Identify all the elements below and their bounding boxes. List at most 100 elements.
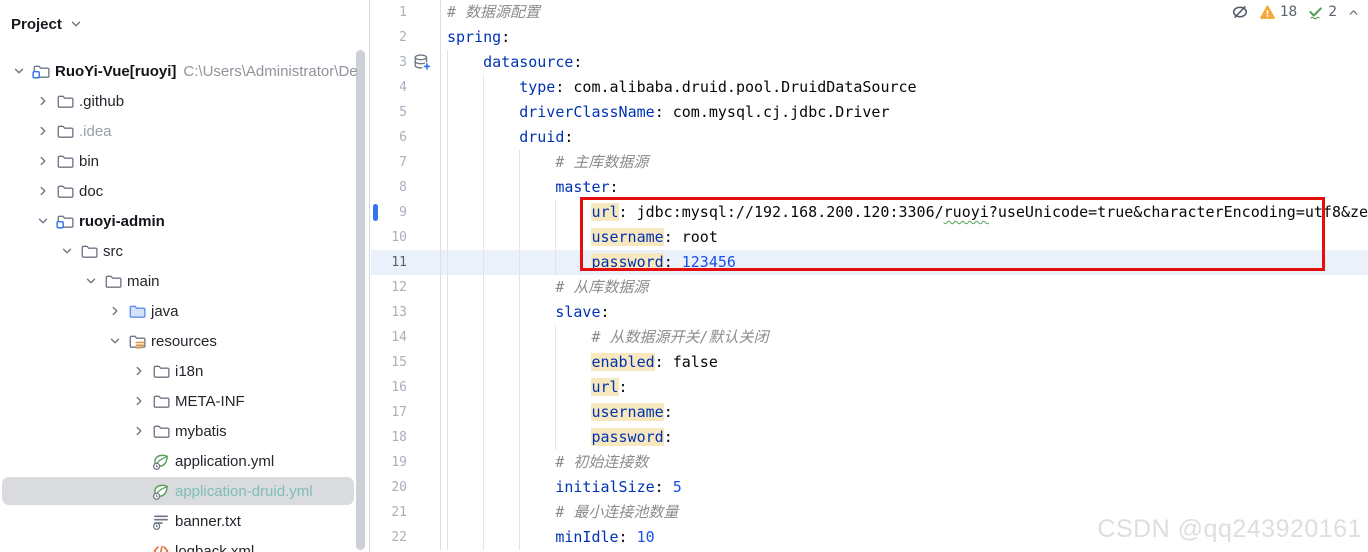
- code-line-10[interactable]: 10 username: root: [371, 225, 1368, 250]
- editor[interactable]: 1 # 数据源配置 2 spring: 3 datasource: 4 type: com.a…: [371, 0, 1368, 552]
- tree-item-src[interactable]: src: [0, 236, 369, 266]
- chevron-right-icon[interactable]: [32, 120, 54, 142]
- line-number: 6: [371, 125, 441, 150]
- indent-guide: [447, 175, 483, 200]
- project-panel-header[interactable]: Project: [0, 0, 369, 48]
- yaml-value: :: [564, 128, 574, 146]
- indent-guide: [519, 150, 555, 175]
- chevron-right-icon[interactable]: [32, 90, 54, 112]
- tree-item-resources[interactable]: resources: [0, 326, 369, 356]
- tree-item-banner-txt[interactable]: banner.txt: [0, 506, 369, 536]
- warning-triangle-icon[interactable]: [1259, 4, 1276, 21]
- line-number: 22: [371, 525, 441, 550]
- chevron-down-icon[interactable]: [80, 270, 102, 292]
- project-tool-window: Project RuoYi-Vue [ruoyi] C:\Users\Admini…: [0, 0, 370, 552]
- code-line-4[interactable]: 4 type: com.alibaba.druid.pool.DruidDataS…: [371, 75, 1368, 100]
- highlight-off-eye-icon[interactable]: [1231, 3, 1249, 21]
- chevron-down-icon[interactable]: [69, 17, 83, 31]
- code-line-17[interactable]: 17 username:: [371, 400, 1368, 425]
- yaml-value: :: [501, 28, 511, 46]
- code-line-14[interactable]: 14 # 从数据源开关/默认关闭: [371, 325, 1368, 350]
- tree-item-meta-inf[interactable]: META-INF: [0, 386, 369, 416]
- chevron-right-icon[interactable]: [104, 300, 126, 322]
- tree-item-label: bin: [79, 152, 100, 170]
- chevron-right-icon[interactable]: [32, 180, 54, 202]
- warning-count[interactable]: 18: [1280, 4, 1297, 20]
- tree-item-ruoyi-admin[interactable]: ruoyi-admin: [0, 206, 369, 236]
- tree-item-doc[interactable]: doc: [0, 176, 369, 206]
- code-line-7[interactable]: 7 # 主库数据源: [371, 150, 1368, 175]
- yaml-value: :: [600, 303, 610, 321]
- tree-item-label: resources: [151, 332, 217, 350]
- folder-icon: [150, 390, 171, 412]
- caret-line-marker: [373, 204, 378, 221]
- code-text: spring:: [441, 25, 1368, 50]
- tree-item-label: ruoyi-admin: [79, 212, 165, 230]
- yaml-key-highlighted: password: [591, 253, 664, 271]
- indent-guide: [483, 75, 519, 100]
- code-line-3[interactable]: 3 datasource:: [371, 50, 1368, 75]
- ok-check-icon[interactable]: [1307, 4, 1324, 21]
- tree-item-java[interactable]: java: [0, 296, 369, 326]
- tree-item-mybatis[interactable]: mybatis: [0, 416, 369, 446]
- code-line-13[interactable]: 13 slave:: [371, 300, 1368, 325]
- tree-item-bin[interactable]: bin: [0, 146, 369, 176]
- project-folder-icon: [30, 60, 51, 82]
- indent-guide: [483, 425, 519, 450]
- tree-item-logback-xml[interactable]: logback.xml: [0, 536, 369, 552]
- project-scrollbar-thumb[interactable]: [356, 50, 365, 550]
- tree-item-label: banner.txt: [175, 512, 241, 530]
- code-line-20[interactable]: 20 initialSize: 5: [371, 475, 1368, 500]
- code-text: slave:: [441, 300, 1368, 325]
- code-text: password: 123456: [441, 250, 1368, 275]
- collapse-chevron-icon[interactable]: [1347, 6, 1360, 19]
- yaml-value: :: [654, 478, 673, 496]
- chevron-right-icon[interactable]: [128, 420, 150, 442]
- chevron-right-icon[interactable]: [32, 150, 54, 172]
- code-line-19[interactable]: 19 # 初始连接数: [371, 450, 1368, 475]
- indent-guide: [447, 500, 483, 525]
- code-line-1[interactable]: 1 # 数据源配置: [371, 0, 1368, 25]
- indent-guide: [555, 350, 591, 375]
- chevron-down-icon[interactable]: [56, 240, 78, 262]
- folder-icon: [54, 150, 75, 172]
- tree-item-application-druid-yml[interactable]: application-druid.yml: [0, 476, 369, 506]
- indent-guide: [447, 325, 483, 350]
- indent-guide: [447, 275, 483, 300]
- indent-guide: [555, 400, 591, 425]
- yaml-key-highlighted: url: [591, 203, 619, 221]
- code-line-9[interactable]: 9 url: jdbc:mysql://192.168.200.120:3306/…: [371, 200, 1368, 225]
- chevron-right-icon[interactable]: [128, 390, 150, 412]
- tree-item-ruoyi-vue[interactable]: RuoYi-Vue [ruoyi] C:\Users\Administrator\…: [0, 56, 369, 86]
- code-line-12[interactable]: 12 # 从库数据源: [371, 275, 1368, 300]
- yaml-value: :: [618, 528, 637, 546]
- code-line-2[interactable]: 2 spring:: [371, 25, 1368, 50]
- tree-item--idea[interactable]: .idea: [0, 116, 369, 146]
- code-line-8[interactable]: 8 master:: [371, 175, 1368, 200]
- tree-item-label: application.yml: [175, 452, 275, 470]
- code-line-15[interactable]: 15 enabled: false: [371, 350, 1368, 375]
- code-line-21[interactable]: 21 # 最小连接池数量: [371, 500, 1368, 525]
- code-line-6[interactable]: 6 druid:: [371, 125, 1368, 150]
- tree-item-i18n[interactable]: i18n: [0, 356, 369, 386]
- comment: # 初始连接数: [555, 453, 649, 471]
- code-line-22[interactable]: 22 minIdle: 10: [371, 525, 1368, 550]
- yaml-key: type: [519, 78, 556, 96]
- code-line-11[interactable]: 11 password: 123456: [371, 250, 1368, 275]
- chevron-right-icon[interactable]: [128, 360, 150, 382]
- chevron-down-icon[interactable]: [104, 330, 126, 352]
- passed-count[interactable]: 2: [1328, 4, 1337, 20]
- chevron-down-icon[interactable]: [8, 60, 30, 82]
- indent-guide: [519, 300, 555, 325]
- code-line-5[interactable]: 5 driverClassName: com.mysql.cj.jdbc.Driv…: [371, 100, 1368, 125]
- tree-item-label: src: [103, 242, 123, 260]
- indent-guide: [555, 200, 591, 225]
- tree-item-application-yml[interactable]: application.yml: [0, 446, 369, 476]
- tree-item--github[interactable]: .github: [0, 86, 369, 116]
- java-folder-icon: [126, 300, 147, 322]
- code-line-16[interactable]: 16 url:: [371, 375, 1368, 400]
- code-line-18[interactable]: 18 password:: [371, 425, 1368, 450]
- tree-item-main[interactable]: main: [0, 266, 369, 296]
- yaml-value: : false: [654, 353, 718, 371]
- chevron-down-icon[interactable]: [32, 210, 54, 232]
